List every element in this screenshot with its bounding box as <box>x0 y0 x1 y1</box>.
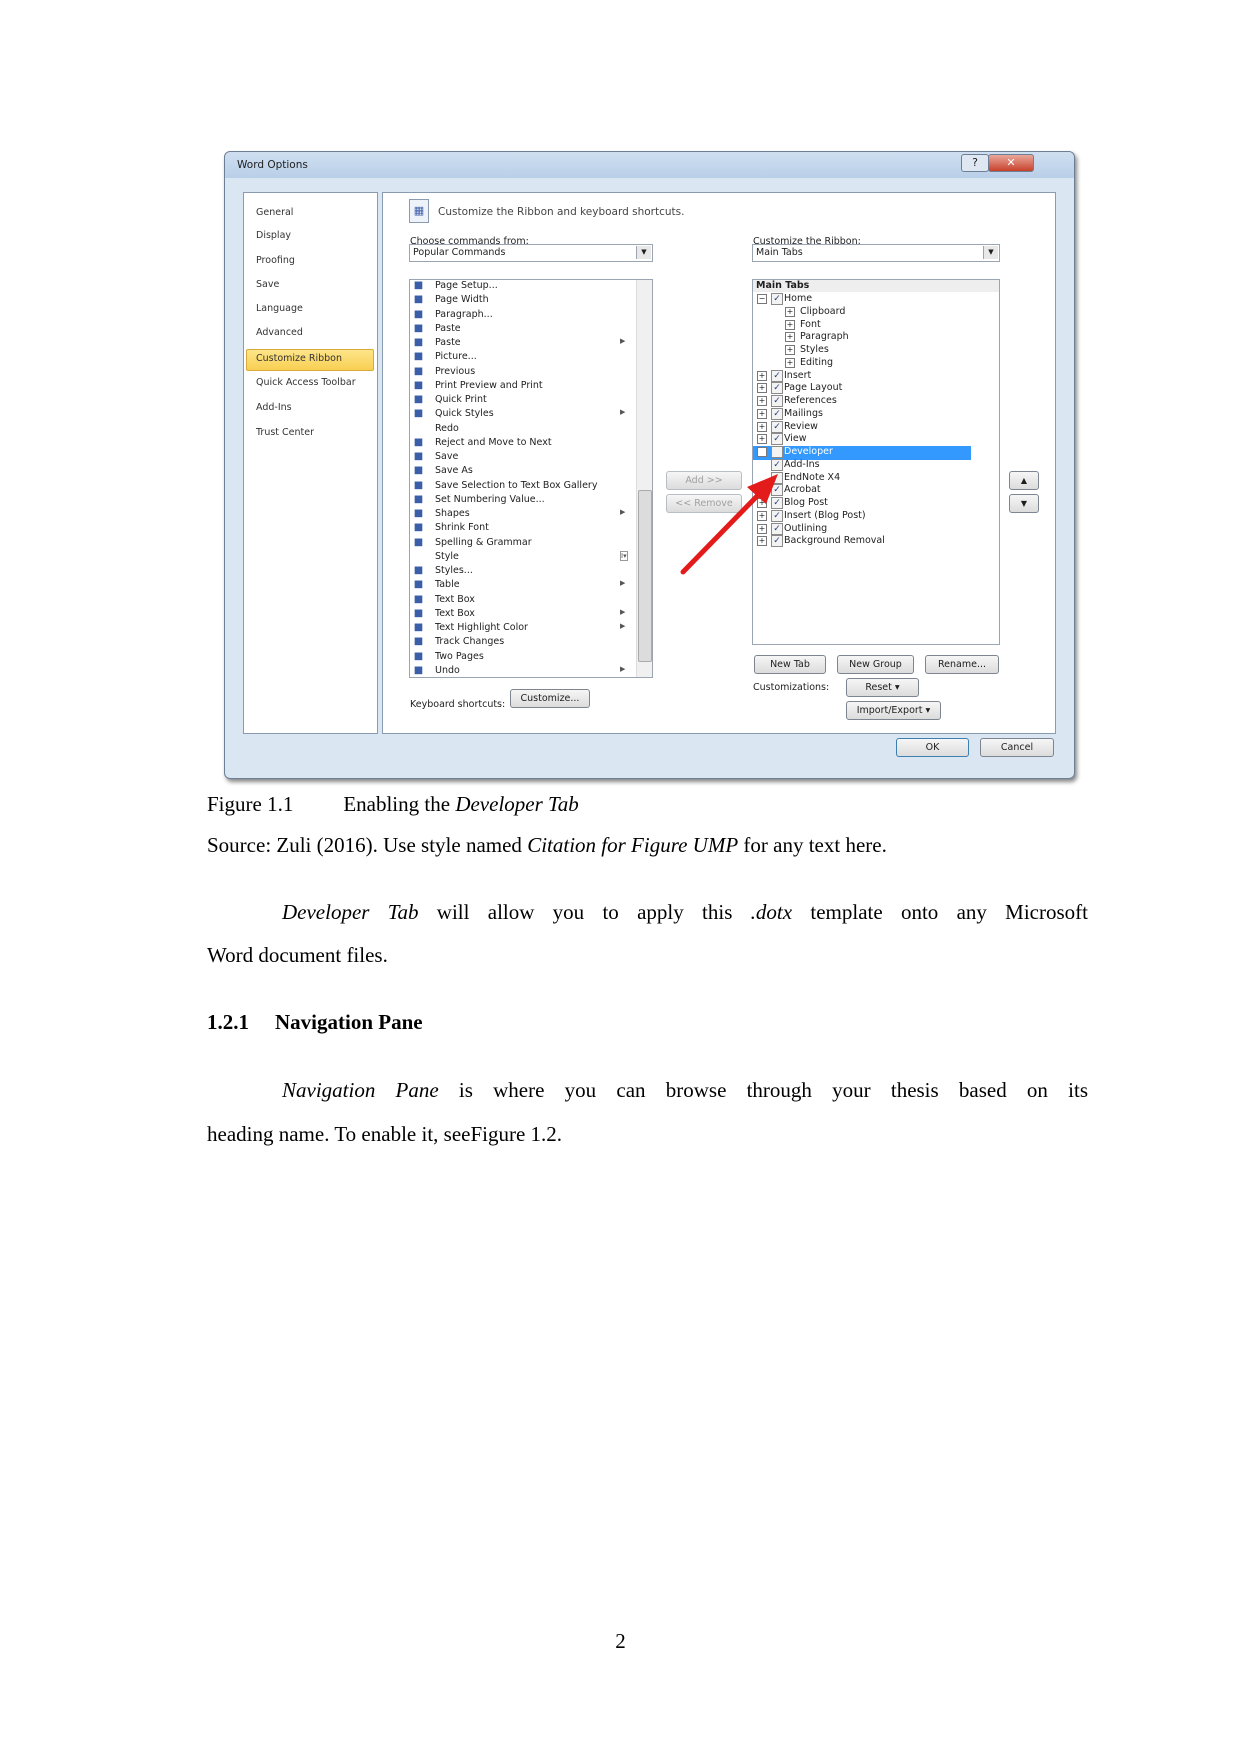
term: Navigation Pane <box>282 1078 439 1102</box>
text: template onto any Microsoft <box>792 900 1089 924</box>
page-number: 2 <box>615 1629 626 1653</box>
figure-source: Source: Zuli (2016). Use style named Cit… <box>207 833 887 857</box>
word-options-dialog: Word Options ? ✕ General Display Proofing S… <box>224 151 1075 779</box>
source-text: Source: Zuli (2016). Use style named <box>207 833 528 857</box>
source-text-end: for any text here. <box>738 833 887 857</box>
term: Developer Tab <box>282 900 419 924</box>
text: is where you can browse through your the… <box>438 1078 1088 1102</box>
red-arrow-annotation <box>680 474 778 575</box>
heading-text: Navigation Pane <box>275 1010 423 1034</box>
section-heading: 1.2.1 Navigation Pane <box>207 1010 423 1034</box>
text: will allow you to apply this <box>418 900 751 924</box>
caption-title: Enabling the <box>343 792 456 816</box>
source-style-name: Citation for Figure UMP <box>527 833 739 857</box>
paragraph-line: Navigation Pane is where you can browse … <box>207 1078 1088 1102</box>
paragraph-line: Word document files. <box>207 943 388 967</box>
paragraph-line: Developer Tab will allow you to apply th… <box>207 900 1088 924</box>
figure-caption: Figure 1.1 Enabling the Developer Tab <box>207 792 579 816</box>
caption-title-em: Developer Tab <box>455 792 579 816</box>
paragraph-line: heading name. To enable it, seeFigure 1.… <box>207 1122 563 1146</box>
term: .dotx <box>750 900 793 924</box>
heading-number: 1.2.1 <box>207 1010 249 1034</box>
figure-number: Figure 1.1 <box>207 792 294 816</box>
document-page: Word Options ? ✕ General Display Proofing S… <box>0 0 1241 1754</box>
